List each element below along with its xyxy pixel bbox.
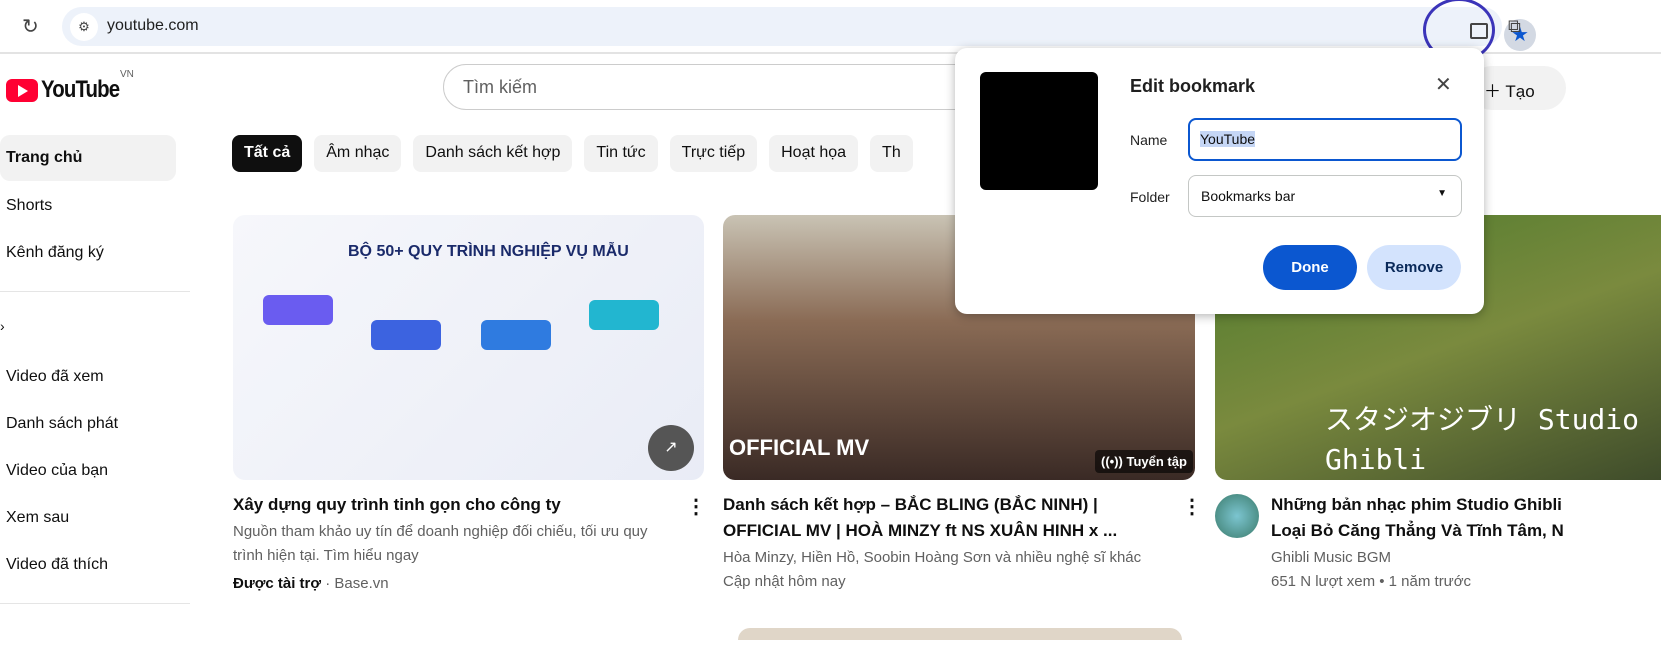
folder-value: Bookmarks bar	[1201, 188, 1296, 204]
badge-label: Tuyển tập	[1126, 454, 1187, 469]
mix-badge: ((•)) Tuyển tập	[1095, 450, 1193, 473]
site-settings-icon[interactable]: ⚙	[70, 13, 98, 41]
create-button[interactable]: ＋ Tạo	[1470, 66, 1566, 110]
thumbnail-text: スタジオジブリ Studio Ghibli	[1325, 403, 1640, 476]
external-link-icon[interactable]: ↗	[648, 425, 694, 471]
sidebar-divider	[0, 291, 190, 292]
folder-label: Folder	[1130, 189, 1170, 205]
dialog-title: Edit bookmark	[1130, 76, 1256, 96]
reload-icon[interactable]: ↻	[22, 14, 39, 39]
channel-name[interactable]: Ghibli Music BGM	[1271, 546, 1661, 570]
video-meta: Cập nhật hôm nay	[723, 573, 846, 590]
extensions-icon[interactable]: ⧉	[1508, 16, 1521, 37]
logo-text: YouTube	[41, 76, 120, 103]
url-text[interactable]: youtube.com	[107, 17, 199, 35]
chip-live[interactable]: Trực tiếp	[669, 135, 758, 172]
sidebar-item-history[interactable]: Video đã xem	[0, 354, 176, 400]
play-logo-icon	[6, 78, 38, 102]
bookmark-preview-image	[980, 72, 1098, 190]
video-title[interactable]: Xây dựng quy trình tinh gọn cho công ty	[233, 492, 663, 518]
ad-description: Nguồn tham khảo uy tín để doanh nghiệp đ…	[233, 523, 648, 564]
create-label: Tạo	[1505, 82, 1535, 101]
browser-toolbar: ↻ ⚙ youtube.com ★ ⧉	[0, 0, 1661, 62]
channel-name[interactable]: Hòa Minzy, Hiền Hồ, Soobin Hoàng Sơn và …	[723, 546, 1163, 570]
video-thumbnail[interactable]	[738, 628, 1182, 640]
channel-avatar[interactable]	[1215, 494, 1259, 538]
video-thumbnail[interactable]: BỘ 50+ QUY TRÌNH NGHIỆP VỤ MẪU ↗	[233, 215, 704, 480]
video-info: Những bản nhạc phim Studio Ghibli Loại B…	[1271, 492, 1661, 594]
sidebar-item-your-videos[interactable]: Video của bạn	[0, 448, 176, 494]
dropdown-arrow-icon: ▼	[1437, 188, 1447, 199]
thumbnail-text: BỘ 50+ QUY TRÌNH NGHIỆP VỤ MẪU	[348, 243, 629, 260]
video-title[interactable]: Những bản nhạc phim Studio Ghibli Loại B…	[1271, 492, 1571, 544]
edit-bookmark-dialog: Edit bookmark ✕ Name YouTube Folder Book…	[955, 48, 1484, 314]
chevron-right-icon[interactable]: ›	[0, 318, 5, 334]
chip-music[interactable]: Âm nhạc	[314, 135, 402, 172]
video-info: Danh sách kết hợp – BẮC BLING (BẮC NINH)…	[723, 492, 1163, 594]
chip-mixes[interactable]: Danh sách kết hợp	[413, 135, 573, 172]
filter-chips: Tất cả Âm nhạc Danh sách kết hợp Tin tức…	[232, 135, 913, 172]
sidebar-item-subscriptions[interactable]: Kênh đăng ký	[0, 230, 176, 276]
region-code: VN	[120, 69, 134, 80]
video-info: Xây dựng quy trình tinh gọn cho công ty …	[233, 492, 663, 596]
thumbnail-text: OFFICIAL MV	[729, 435, 870, 460]
youtube-logo[interactable]: YouTube	[6, 76, 133, 104]
done-button[interactable]: Done	[1263, 245, 1357, 290]
address-bar[interactable]: ⚙ youtube.com ★	[62, 7, 1536, 51]
channel-name[interactable]: Base.vn	[334, 575, 388, 592]
sidebar-item-shorts[interactable]: Shorts	[0, 183, 176, 229]
close-icon[interactable]: ✕	[1435, 72, 1452, 97]
folder-select[interactable]: Bookmarks bar ▼	[1188, 175, 1462, 217]
video-meta: 651 N lượt xem • 1 năm trước	[1271, 573, 1472, 590]
chip-news[interactable]: Tin tức	[584, 135, 658, 172]
more-vert-icon[interactable]: ⋮	[686, 494, 706, 519]
bookmark-name-input[interactable]: YouTube	[1188, 118, 1462, 161]
sidebar-item-watch-later[interactable]: Xem sau	[0, 495, 176, 541]
search-input[interactable]: Tìm kiếm	[443, 64, 1003, 110]
video-title[interactable]: Danh sách kết hợp – BẮC BLING (BẮC NINH)…	[723, 492, 1163, 544]
sidebar-divider	[0, 603, 190, 604]
sidebar-item-liked[interactable]: Video đã thích	[0, 542, 176, 588]
chip-all[interactable]: Tất cả	[232, 135, 303, 172]
more-vert-icon[interactable]: ⋮	[1182, 494, 1202, 519]
chip-more[interactable]: Th	[870, 135, 913, 172]
sidebar-item-playlists[interactable]: Danh sách phát	[0, 401, 176, 447]
name-label: Name	[1130, 132, 1168, 148]
sponsored-label: Được tài trợ	[233, 575, 322, 592]
chip-animation[interactable]: Hoạt họa	[769, 135, 859, 172]
name-value: YouTube	[1200, 131, 1256, 147]
sidebar-item-home[interactable]: Trang chủ	[0, 135, 176, 181]
remove-button[interactable]: Remove	[1367, 245, 1461, 290]
